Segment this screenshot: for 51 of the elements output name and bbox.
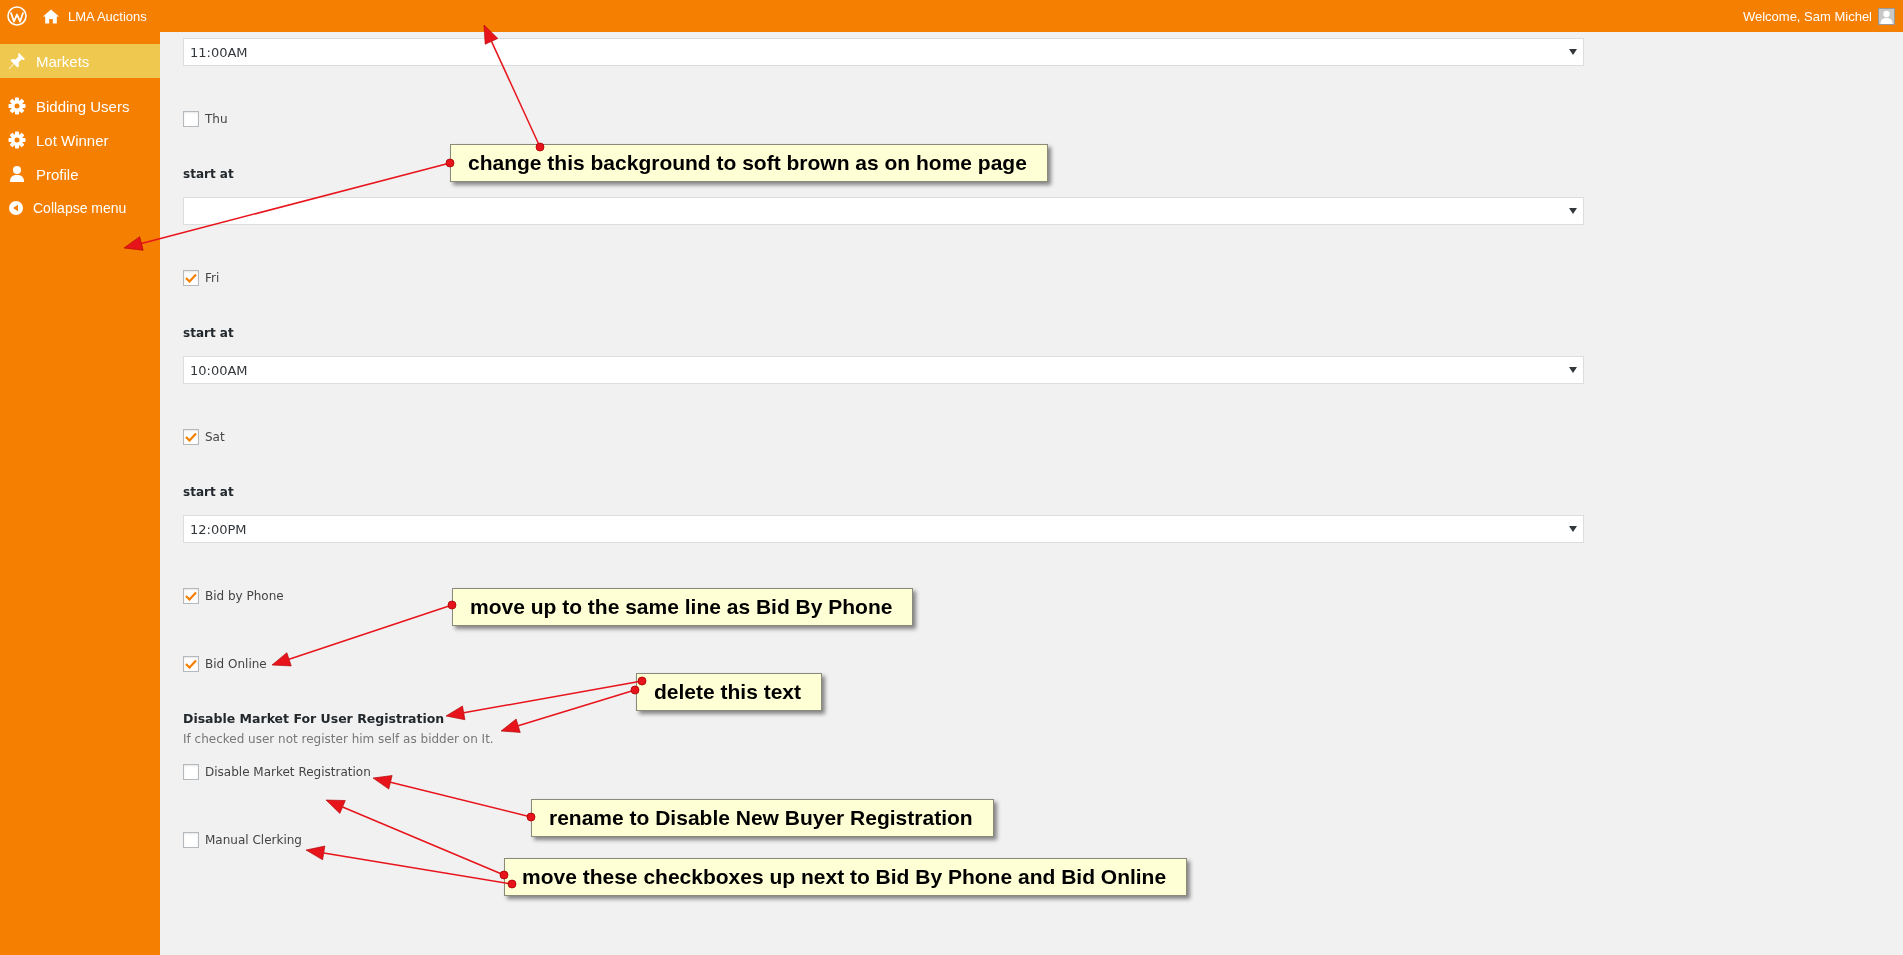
site-name-link[interactable]: LMA Auctions [68, 8, 147, 24]
field-label: start at [183, 484, 234, 501]
collapse-menu-button[interactable]: Collapse menu [0, 191, 160, 225]
checkbox[interactable] [183, 764, 199, 780]
pushpin-icon [8, 52, 26, 70]
section-heading: Disable Market For User Registration [183, 710, 445, 727]
annotation-callout: change this background to soft brown as on home page [450, 144, 1048, 182]
checkbox-label: Disable Market Registration [205, 764, 371, 780]
checkbox[interactable] [183, 270, 199, 286]
checkbox-label: Manual Clerking [205, 832, 302, 848]
caret-icon [1569, 208, 1577, 214]
collapse-icon [9, 201, 23, 215]
checkmark-icon [185, 659, 197, 669]
gear-icon [8, 131, 26, 149]
welcome-text[interactable]: Welcome, Sam Michel [1742, 8, 1872, 24]
person-icon [8, 165, 26, 183]
annotation-callout: delete this text [636, 673, 823, 711]
checkbox[interactable] [183, 656, 199, 672]
checkbox-label: Fri [205, 270, 220, 286]
checkmark-icon [185, 273, 197, 283]
annotation-callout: move up to the same line as Bid By Phone [452, 588, 914, 626]
checkbox[interactable] [183, 832, 199, 848]
caret-icon [1569, 367, 1577, 373]
select-field[interactable]: 11:00AM [183, 38, 1584, 66]
gear-icon [8, 97, 26, 115]
select-field[interactable]: 12:00PM [183, 515, 1584, 543]
home-icon[interactable] [43, 8, 59, 24]
field-label: start at [183, 325, 234, 342]
sidebar-item[interactable]: Profile [0, 157, 160, 191]
checkbox[interactable] [183, 588, 199, 604]
sidebar-item[interactable]: Bidding Users [0, 89, 160, 123]
checkbox[interactable] [183, 429, 199, 445]
sidebar-item[interactable]: Lot Winner [0, 123, 160, 157]
caret-icon [1569, 49, 1577, 55]
section-description: If checked user not register him self as bidder on It. [183, 731, 494, 747]
caret-icon [1569, 526, 1577, 532]
annotation-callout: move these checkboxes up next to Bid By Phone and Bid Online [504, 858, 1188, 896]
sidebar-item[interactable]: Markets [0, 44, 160, 78]
checkmark-icon [185, 591, 197, 601]
field-label: start at [183, 166, 234, 183]
checkbox-label: Sat [205, 429, 225, 445]
select-field[interactable] [183, 197, 1584, 225]
checkbox-label: Thu [205, 111, 228, 127]
checkbox-label: Bid Online [205, 656, 267, 672]
checkmark-icon [185, 432, 197, 442]
annotation-callout: rename to Disable New Buyer Registration [531, 799, 994, 837]
select-field[interactable]: 10:00AM [183, 356, 1584, 384]
checkbox[interactable] [183, 111, 199, 127]
avatar-icon[interactable] [1878, 7, 1895, 25]
logo-icon[interactable] [7, 6, 27, 26]
checkbox-label: Bid by Phone [205, 588, 284, 604]
